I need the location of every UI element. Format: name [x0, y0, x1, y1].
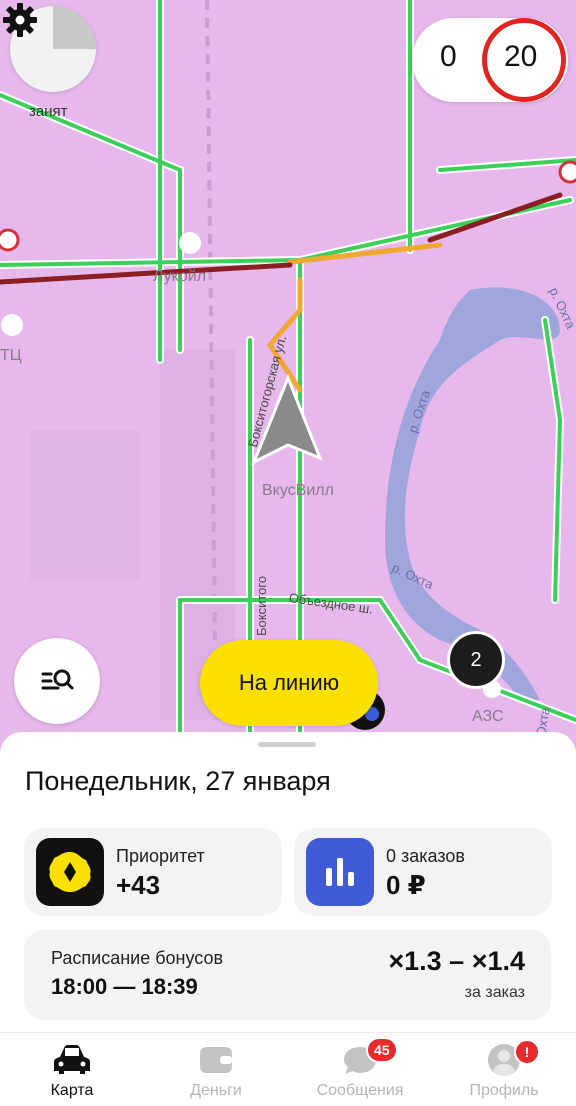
bar-chart-icon: [306, 838, 374, 906]
order-counter: 0: [440, 40, 457, 73]
bottom-sheet[interactable]: Понедельник, 27 января Приоритет +43 0 з…: [0, 732, 576, 1032]
order-filter-button[interactable]: [14, 638, 100, 724]
bottom-tab-bar: Карта Деньги 45 Сообщения ! Профиль: [0, 1032, 576, 1106]
bonus-multiplier: ×1.3 – ×1.4: [388, 946, 525, 976]
street-label: Бокситого: [254, 575, 269, 636]
search-list-icon: [41, 669, 74, 690]
tab-money[interactable]: Деньги: [144, 1033, 288, 1106]
gear-icon[interactable]: [0, 0, 40, 40]
priority-icon: [36, 838, 104, 906]
priority-card[interactable]: Приоритет +43: [24, 828, 282, 916]
poi-vkusvill[interactable]: ВкусВилл: [262, 482, 334, 500]
date-title: Понедельник, 27 января: [25, 766, 331, 796]
bonus-schedule-card[interactable]: Расписание бонусов 18:00 — 18:39 ×1.3 – …: [24, 930, 551, 1020]
map-view[interactable]: Лукойл ТЦ ВкусВилл АЗС Бокситогорская ул…: [0, 0, 576, 760]
orders-value: 0 ₽: [386, 870, 426, 900]
poi-tc[interactable]: ТЦ: [0, 347, 22, 365]
speed-limit-value: 20: [504, 40, 538, 73]
tab-label: Сообщения: [316, 1082, 404, 1099]
wallet-icon: [200, 1047, 232, 1073]
poi-azs[interactable]: АЗС: [472, 708, 504, 726]
order-cluster-marker[interactable]: 2: [447, 631, 505, 689]
bonus-per-order: за заказ: [464, 984, 525, 1001]
tab-label: Деньги: [190, 1082, 242, 1099]
tab-label: Профиль: [469, 1082, 539, 1099]
orders-title: 0 заказов: [386, 846, 465, 866]
go-online-button[interactable]: На линию: [200, 640, 378, 726]
sheet-handle[interactable]: [258, 742, 316, 747]
tab-profile[interactable]: ! Профиль: [432, 1033, 576, 1106]
messages-badge: 45: [366, 1037, 398, 1063]
orders-card[interactable]: 0 заказов 0 ₽: [294, 828, 552, 916]
poi-lukoil[interactable]: Лукойл: [153, 268, 206, 286]
car-icon: [54, 1045, 90, 1074]
tab-label: Карта: [50, 1082, 94, 1099]
tab-map[interactable]: Карта: [0, 1033, 144, 1106]
priority-value: +43: [116, 870, 161, 900]
tab-messages[interactable]: 45 Сообщения: [288, 1033, 432, 1106]
profile-alert-badge: !: [514, 1039, 540, 1065]
driver-status-label: занят: [29, 103, 68, 120]
bonus-time: 18:00 — 18:39: [51, 974, 198, 999]
bonus-title: Расписание бонусов: [51, 948, 224, 968]
priority-title: Приоритет: [116, 846, 205, 866]
